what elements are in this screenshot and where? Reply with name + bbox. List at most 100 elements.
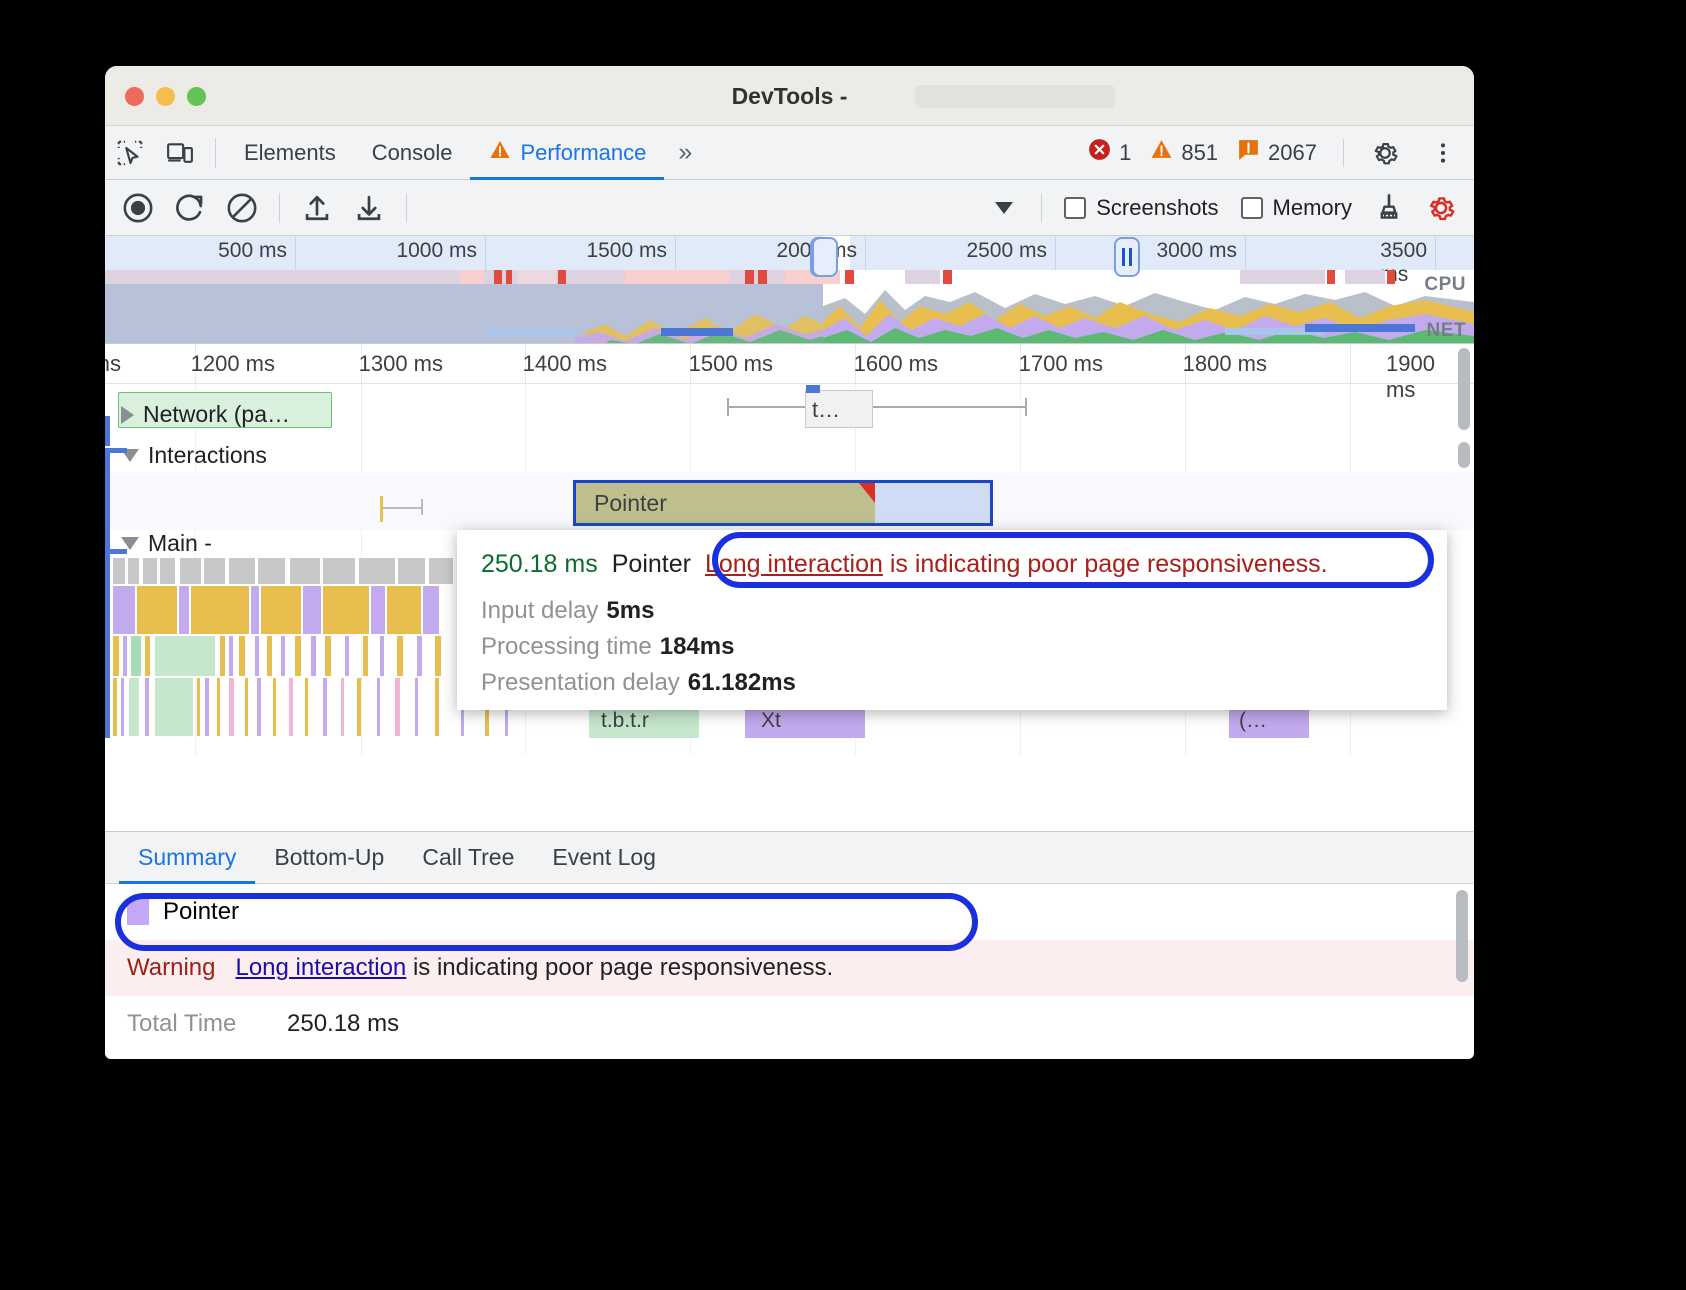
flamechart-scrollbar-thumb-2[interactable] [1458, 442, 1470, 468]
network-event-block[interactable]: t… [805, 390, 873, 428]
clear-icon[interactable] [217, 183, 267, 233]
screenshots-label: Screenshots [1096, 195, 1218, 221]
network-event-line [727, 406, 1027, 408]
warning-counter[interactable]: 851 [1149, 137, 1218, 168]
warning-icon [1149, 137, 1174, 168]
ruler-tick: 1400 ms [523, 351, 617, 377]
tab-event-log[interactable]: Event Log [533, 832, 675, 884]
input-delay-value: 5ms [606, 597, 654, 624]
chevron-right-icon[interactable] [121, 406, 134, 424]
event-color-swatch [127, 899, 149, 925]
long-interaction-link[interactable]: Long interaction [235, 954, 406, 981]
overview-tick: 2500 ms [966, 239, 1055, 263]
interaction-event-pointer[interactable]: Pointer [573, 480, 993, 526]
download-profile-icon[interactable] [344, 183, 394, 233]
tab-console[interactable]: Console [354, 126, 471, 180]
record-icon[interactable] [113, 183, 163, 233]
collect-garbage-icon[interactable] [1364, 183, 1414, 233]
memory-checkbox[interactable]: Memory [1231, 195, 1362, 221]
reload-and-record-icon[interactable] [165, 183, 215, 233]
device-toolbar-icon[interactable] [155, 128, 205, 178]
ruler-tick: 1600 ms [854, 351, 948, 377]
summary-event-row: Pointer [105, 884, 1474, 940]
details-panel: Summary Bottom-Up Call Tree Event Log Po… [105, 831, 1474, 1059]
ruler-tick: 1900 ms [1386, 351, 1445, 403]
info-counter[interactable]: 2067 [1236, 137, 1317, 168]
overview-net-bar [1305, 324, 1415, 332]
overview-net-bar [485, 328, 575, 335]
presentation-delay-label: Presentation delay [481, 669, 680, 696]
tooltip-duration: 250.18 ms [481, 550, 598, 579]
memory-checkbox-box[interactable] [1241, 197, 1263, 219]
info-count: 2067 [1268, 140, 1317, 166]
presentation-delay-value: 61.182ms [688, 669, 796, 696]
tab-console-label: Console [372, 140, 453, 166]
gear-icon[interactable] [1360, 128, 1410, 178]
processing-time-label: Processing time [481, 633, 652, 660]
summary-total-time-row: Total Time 250.18 ms [105, 996, 1474, 1052]
summary-self-time-row: Self Time 250.18 ms [105, 1052, 1474, 1059]
tooltip-row-input-delay: Input delay 5ms [481, 597, 1423, 625]
event-tooltip: 250.18 ms Pointer Long interaction is in… [457, 530, 1447, 710]
tab-call-tree[interactable]: Call Tree [403, 832, 533, 884]
overview-net-label: NET [1427, 320, 1467, 342]
track-label-interactions: Interactions [148, 442, 267, 469]
warning-label: Warning [127, 954, 215, 982]
flamechart-scrollbar-thumb[interactable] [1458, 348, 1470, 430]
tooltip-long-interaction-link[interactable]: Long interaction [705, 550, 883, 578]
track-header-network[interactable]: Network (pa… [121, 401, 290, 428]
track-header-interactions[interactable]: Interactions [121, 442, 267, 469]
summary-scrollbar-thumb[interactable] [1456, 890, 1468, 982]
tooltip-rows: Input delay 5ms Processing time184ms Pres… [481, 597, 1423, 697]
toolbar-divider-3 [1041, 193, 1042, 223]
track-label-main: Main - [148, 530, 212, 557]
more-tabs-button[interactable]: » [664, 138, 703, 167]
tooltip-row-processing-time: Processing time184ms [481, 633, 1423, 661]
overview-ruler: 500 ms 1000 ms 1500 ms 2000 ms 2500 ms 3… [105, 236, 1474, 270]
warning-message: is indicating poor page responsiveness. [406, 954, 833, 981]
window-left-handle-dup[interactable] [812, 237, 838, 277]
performance-toolbar: Screenshots Memory [105, 180, 1474, 236]
interaction-event-label: Pointer [576, 490, 667, 517]
upload-profile-icon[interactable] [292, 183, 342, 233]
ruler-tick: 1200 ms [191, 351, 285, 377]
window-right-handle-real[interactable] [1114, 237, 1140, 277]
warning-icon [488, 138, 512, 168]
summary-content: Pointer Warning Long interaction is indi… [105, 884, 1474, 1059]
window-title: DevTools - [105, 83, 1474, 110]
tab-summary[interactable]: Summary [119, 832, 255, 884]
error-icon [1087, 137, 1112, 168]
overview-tick: 1500 ms [586, 239, 675, 263]
screenshots-checkbox[interactable]: Screenshots [1054, 195, 1228, 221]
tab-elements[interactable]: Elements [226, 126, 354, 180]
tab-performance[interactable]: Performance [470, 126, 664, 180]
overview-network-strip [105, 270, 1474, 284]
timeline-overview[interactable]: 500 ms 1000 ms 1500 ms 2000 ms 2500 ms 3… [105, 236, 1474, 344]
overview-net-bar [661, 328, 733, 336]
screenshots-checkbox-box[interactable] [1064, 197, 1086, 219]
track-label-network: Network (pa… [143, 401, 290, 428]
tabstrip-divider [215, 138, 216, 168]
timeline-ruler[interactable]: ms 1200 ms 1300 ms 1400 ms 1500 ms 1600 … [105, 344, 1474, 384]
recording-history-dropdown[interactable] [425, 191, 1023, 225]
inspect-element-icon[interactable] [105, 128, 155, 178]
capture-settings-gear-icon[interactable] [1416, 183, 1466, 233]
issue-counters: 1 851 [1087, 128, 1474, 178]
counters-divider [1343, 139, 1344, 167]
input-delay-label: Input delay [481, 597, 598, 624]
tooltip-warning: Long interaction is indicating poor page… [705, 550, 1328, 579]
tab-performance-label: Performance [520, 140, 646, 166]
tooltip-warning-rest: is indicating poor page responsiveness. [883, 550, 1328, 578]
chevron-down-icon [995, 202, 1013, 214]
tab-bottom-up-label: Bottom-Up [274, 844, 384, 871]
network-event-label: t… [812, 397, 840, 423]
error-counter[interactable]: 1 [1087, 137, 1131, 168]
window-title-pill [915, 85, 1115, 108]
window-titlebar: DevTools - [105, 66, 1474, 126]
kebab-menu-icon[interactable] [1418, 128, 1468, 178]
tab-bottom-up[interactable]: Bottom-Up [255, 832, 403, 884]
track-header-main[interactable]: Main - [121, 530, 212, 557]
overview-cpu-label: CPU [1424, 274, 1466, 296]
tooltip-header: 250.18 ms Pointer Long interaction is in… [481, 550, 1423, 579]
error-count: 1 [1119, 140, 1131, 166]
